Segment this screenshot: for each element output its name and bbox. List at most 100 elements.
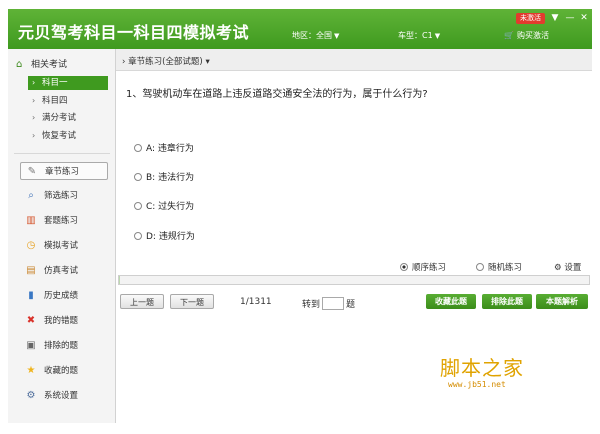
nav-label: 收藏的题	[44, 366, 79, 376]
favorite-question-button[interactable]: 收藏此题	[426, 294, 476, 309]
search-icon: ⌕	[28, 190, 34, 201]
region-label: 地区：全国	[292, 31, 332, 40]
goto-input[interactable]	[322, 297, 345, 310]
breadcrumb-bar: › 章节练习(全部试题) ▾	[116, 49, 592, 71]
divider	[14, 153, 110, 154]
nav-label: 排除的题	[44, 341, 79, 351]
nav-filter-practice[interactable]: ⌕ 筛选练习	[20, 187, 108, 205]
sidebar-subitem-full-score[interactable]: › 满分考试	[28, 111, 108, 125]
app-title: 元贝驾考科目一科目四模拟考试	[18, 23, 250, 42]
gear-icon: ⚙	[554, 263, 562, 273]
nav-label: 套题练习	[44, 216, 79, 226]
bar-chart-icon: ▮	[28, 290, 34, 301]
chevron-right-icon: ›	[32, 131, 36, 140]
close-icon[interactable]: ✕	[578, 12, 590, 24]
nav-label: 模拟考试	[44, 241, 79, 251]
nav-label: 我的错题	[44, 316, 79, 326]
chevron-down-icon: ▾	[205, 57, 210, 67]
option-label: C: 过失行为	[146, 202, 195, 212]
watermark-url: www.jb51.net	[448, 380, 506, 389]
nav-label: 历史成绩	[44, 291, 79, 301]
nav-label: 章节练习	[45, 167, 80, 177]
radio-button[interactable]	[134, 144, 142, 152]
section-label: 相关考试	[31, 60, 68, 70]
radio-button[interactable]	[134, 232, 142, 240]
minimize-icon[interactable]: —	[564, 12, 576, 24]
mode-random[interactable]: 随机练习	[476, 261, 522, 273]
nav-label: 系统设置	[44, 391, 79, 401]
radio-button[interactable]	[134, 173, 142, 181]
star-icon: ★	[26, 365, 36, 376]
sidebar-subitem-subject-one[interactable]: › 科目一	[28, 76, 108, 90]
prev-question-button[interactable]: 上一题	[120, 294, 164, 309]
subitem-label: 科目四	[42, 96, 68, 106]
document-icon: ▤	[26, 265, 36, 276]
option-label: D: 违规行为	[146, 232, 195, 242]
sidebar-subitem-subject-four[interactable]: › 科目四	[28, 94, 108, 108]
chevron-down-icon: ▼	[334, 32, 340, 40]
nav-system-settings[interactable]: ⚙ 系统设置	[20, 387, 108, 405]
car-type-label: 车型：C1	[398, 31, 433, 40]
nav-label: 仿真考试	[44, 266, 79, 276]
option-label: A: 违章行为	[146, 144, 194, 154]
activation-badge[interactable]: 未激活	[516, 13, 545, 24]
nav-mock-exam[interactable]: ◷ 模拟考试	[20, 237, 108, 255]
pencil-icon: ✎	[27, 166, 37, 177]
page-counter: 1/1311	[240, 297, 272, 307]
next-question-button[interactable]: 下一题	[170, 294, 214, 309]
goto-question: 转到 题	[302, 297, 355, 310]
progress-bar	[118, 275, 590, 285]
buy-activate-button[interactable]: 🛒 购买激活	[504, 30, 549, 41]
cross-icon: ✖	[26, 315, 36, 326]
nav-my-mistakes[interactable]: ✖ 我的错题	[20, 312, 108, 330]
mode-label: 随机练习	[488, 263, 523, 273]
answer-option-d[interactable]: D: 违规行为	[134, 229, 195, 242]
dropdown-icon[interactable]: ▼	[549, 12, 561, 24]
chevron-right-icon: ›	[32, 78, 36, 87]
gear-icon: ⚙	[26, 390, 36, 401]
settings-button[interactable]: ⚙ 设置	[554, 261, 581, 273]
car-type-selector[interactable]: 车型：C1 ▼	[398, 30, 440, 41]
chevron-right-icon: ›	[122, 57, 126, 67]
clock-icon: ◷	[26, 240, 36, 251]
sidebar-subitem-resume-exam[interactable]: › 恢复考试	[28, 129, 108, 143]
answer-option-b[interactable]: B: 违法行为	[134, 170, 194, 183]
option-label: B: 违法行为	[146, 173, 195, 183]
chevron-right-icon: ›	[32, 96, 36, 105]
mode-label: 顺序练习	[412, 263, 447, 273]
radio-button-selected[interactable]	[400, 263, 408, 271]
nav-label: 筛选练习	[44, 191, 79, 201]
title-bar: 元贝驾考科目一科目四模拟考试 未激活 ▼ — ✕ 地区：全国 ▼ 车型：C1 ▼ 🛒…	[8, 9, 592, 49]
sidebar: ⌂ 相关考试 › 科目一 › 科目四 › 满分考试 › 恢复考试 ✎ 章节练习 ⌕ 筛选练习 …	[8, 49, 116, 423]
answer-option-a[interactable]: A: 违章行为	[134, 141, 194, 154]
radio-button[interactable]	[134, 202, 142, 210]
breadcrumb[interactable]: › 章节练习(全部试题) ▾	[122, 55, 210, 67]
mode-sequential[interactable]: 顺序练习	[400, 261, 446, 273]
subitem-label: 科目一	[42, 78, 68, 88]
nav-history-scores[interactable]: ▮ 历史成绩	[20, 287, 108, 305]
books-icon: ▥	[26, 215, 36, 226]
answer-option-c[interactable]: C: 过失行为	[134, 199, 194, 212]
nav-chapter-practice[interactable]: ✎ 章节练习	[20, 162, 108, 180]
goto-suffix: 题	[346, 300, 356, 310]
nav-set-practice[interactable]: ▥ 套题练习	[20, 212, 108, 230]
chevron-right-icon: ›	[32, 113, 36, 122]
breadcrumb-label: 章节练习(全部试题)	[128, 57, 203, 67]
related-exams-heading: ⌂ 相关考试	[16, 57, 67, 70]
subitem-label: 恢复考试	[42, 131, 77, 141]
buy-label: 购买激活	[516, 31, 549, 40]
exclude-question-button[interactable]: 排除此题	[482, 294, 532, 309]
radio-button[interactable]	[476, 263, 484, 271]
home-icon: ⌂	[16, 59, 23, 70]
trash-icon: ▣	[26, 340, 36, 351]
goto-label: 转到	[302, 300, 321, 310]
question-text: 1、驾驶机动车在道路上违反道路交通安全法的行为，属于什么行为?	[126, 89, 428, 100]
region-selector[interactable]: 地区：全国 ▼	[292, 30, 339, 41]
nav-simulation-exam[interactable]: ▤ 仿真考试	[20, 262, 108, 280]
nav-favorites[interactable]: ★ 收藏的题	[20, 362, 108, 380]
cart-icon: 🛒	[504, 31, 514, 40]
chevron-down-icon: ▼	[434, 32, 441, 40]
watermark-logo: 脚本之家	[440, 356, 524, 380]
nav-excluded-questions[interactable]: ▣ 排除的题	[20, 337, 108, 355]
question-explanation-button[interactable]: 本题解析	[536, 294, 588, 309]
